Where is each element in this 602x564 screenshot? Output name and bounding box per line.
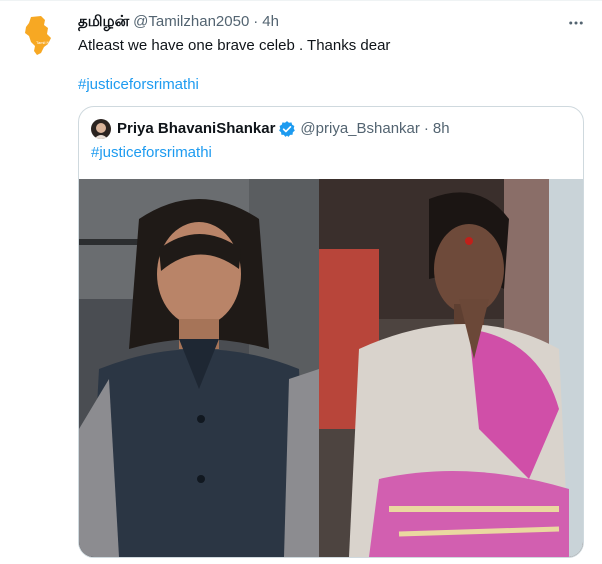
- svg-text:Tamil Nadu: Tamil Nadu: [36, 40, 56, 45]
- tweet-header: தமிழன் @Tamilzhan2050 · 4h: [78, 12, 279, 32]
- quoted-media[interactable]: [79, 179, 583, 557]
- more-button[interactable]: [566, 13, 586, 33]
- quoted-avatar-image: [91, 119, 111, 139]
- verified-badge-icon: [278, 120, 296, 138]
- tweet-time[interactable]: 4h: [262, 12, 279, 32]
- separator: ·: [253, 13, 259, 30]
- quoted-tweet[interactable]: Priya BhavaniShankar @priya_Bshankar · 8…: [78, 106, 584, 558]
- tweet[interactable]: Tamil Nadu தமிழன் @Tamilzhan2050 · 4h At…: [0, 0, 602, 564]
- quoted-header: Priya BhavaniShankar @priya_Bshankar · 8…: [117, 119, 450, 139]
- quoted-text-hashtag[interactable]: #justiceforsrimathi: [91, 143, 212, 163]
- tweet-text: Atleast we have one brave celeb . Thanks…: [78, 37, 391, 54]
- student-photo-image: [79, 179, 319, 557]
- hashtag-link[interactable]: #justiceforsrimathi: [78, 75, 199, 95]
- tamil-nadu-map-avatar-icon: Tamil Nadu: [15, 11, 63, 59]
- author-handle[interactable]: @Tamilzhan2050: [133, 12, 249, 32]
- photo-student[interactable]: [79, 179, 319, 557]
- quoted-avatar[interactable]: [91, 119, 111, 139]
- quoted-author-name[interactable]: Priya BhavaniShankar: [117, 119, 275, 139]
- avatar[interactable]: Tamil Nadu: [15, 11, 63, 59]
- quoted-author-handle[interactable]: @priya_Bshankar: [300, 119, 419, 139]
- quoted-separator: ·: [423, 120, 429, 137]
- author-name[interactable]: தமிழன்: [78, 12, 129, 32]
- photo-woman[interactable]: [319, 179, 583, 557]
- quoted-time[interactable]: 8h: [433, 119, 450, 139]
- woman-photo-image: [319, 179, 583, 557]
- more-horizontal-icon: [569, 21, 583, 25]
